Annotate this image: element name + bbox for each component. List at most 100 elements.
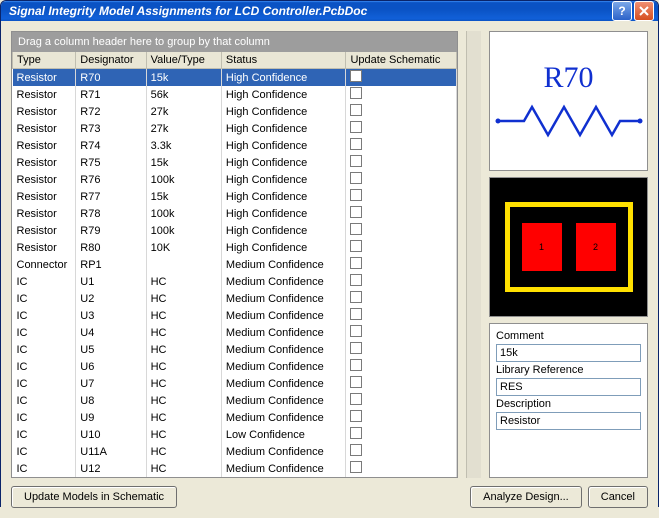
cell[interactable]: High Confidence xyxy=(221,120,346,137)
cell[interactable]: High Confidence xyxy=(221,188,346,205)
cell[interactable]: R73 xyxy=(76,120,146,137)
groupby-bar[interactable]: Drag a column header here to group by th… xyxy=(12,32,457,52)
update-checkbox[interactable] xyxy=(350,342,362,354)
table-row[interactable]: ResistorR79100kHigh Confidence xyxy=(13,222,457,239)
update-checkbox[interactable] xyxy=(350,291,362,303)
cell[interactable]: U7 xyxy=(76,375,146,392)
cell[interactable]: HC xyxy=(146,409,221,426)
cell[interactable]: HC xyxy=(146,392,221,409)
cell[interactable]: U4 xyxy=(76,324,146,341)
cell[interactable]: HC xyxy=(146,375,221,392)
table-row[interactable]: ResistorR8010KHigh Confidence xyxy=(13,239,457,256)
cell[interactable]: U5 xyxy=(76,341,146,358)
cell[interactable]: HC xyxy=(146,273,221,290)
update-cell[interactable] xyxy=(346,273,457,290)
table-row[interactable]: ICU8HCMedium Confidence xyxy=(13,392,457,409)
cell[interactable]: 56k xyxy=(146,86,221,103)
table-row[interactable]: ConnectorRP1Medium Confidence xyxy=(13,256,457,273)
cell[interactable]: R77 xyxy=(76,188,146,205)
cell[interactable]: U8 xyxy=(76,392,146,409)
update-checkbox[interactable] xyxy=(350,70,362,82)
cell[interactable]: High Confidence xyxy=(221,154,346,171)
col-update[interactable]: Update Schematic xyxy=(346,52,457,69)
cell[interactable]: IC xyxy=(13,273,76,290)
table-row[interactable]: ICU4HCMedium Confidence xyxy=(13,324,457,341)
update-cell[interactable] xyxy=(346,307,457,324)
cell[interactable]: Medium Confidence xyxy=(221,409,346,426)
help-button[interactable]: ? xyxy=(612,1,632,21)
table-row[interactable]: ICU10HCLow Confidence xyxy=(13,426,457,443)
cell[interactable]: High Confidence xyxy=(221,86,346,103)
cell[interactable]: Resistor xyxy=(13,69,76,87)
titlebar[interactable]: Signal Integrity Model Assignments for L… xyxy=(1,1,658,21)
cell[interactable]: Resistor xyxy=(13,103,76,120)
cell[interactable]: Medium Confidence xyxy=(221,307,346,324)
update-checkbox[interactable] xyxy=(350,172,362,184)
cell[interactable]: Medium Confidence xyxy=(221,256,346,273)
grid-scroll[interactable]: Type Designator Value/Type Status Update… xyxy=(12,52,457,477)
cell[interactable]: IC xyxy=(13,341,76,358)
cell[interactable]: Medium Confidence xyxy=(221,341,346,358)
cell[interactable]: High Confidence xyxy=(221,205,346,222)
cell[interactable]: 100k xyxy=(146,171,221,188)
cell[interactable]: Resistor xyxy=(13,188,76,205)
cell[interactable]: HC xyxy=(146,443,221,460)
cell[interactable]: High Confidence xyxy=(221,103,346,120)
table-row[interactable]: ResistorR7015kHigh Confidence xyxy=(13,69,457,87)
cell[interactable]: HC xyxy=(146,290,221,307)
cell[interactable]: IC xyxy=(13,392,76,409)
cell[interactable]: Medium Confidence xyxy=(221,324,346,341)
update-cell[interactable] xyxy=(346,426,457,443)
update-cell[interactable] xyxy=(346,239,457,256)
table-row[interactable]: ResistorR76100kHigh Confidence xyxy=(13,171,457,188)
update-cell[interactable] xyxy=(346,222,457,239)
cell[interactable]: Resistor xyxy=(13,137,76,154)
update-cell[interactable] xyxy=(346,443,457,460)
update-checkbox[interactable] xyxy=(350,427,362,439)
analyze-button[interactable]: Analyze Design... xyxy=(470,486,582,508)
cell[interactable]: U11A xyxy=(76,443,146,460)
update-cell[interactable] xyxy=(346,341,457,358)
cell[interactable]: HC xyxy=(146,341,221,358)
cell[interactable]: IC xyxy=(13,324,76,341)
update-cell[interactable] xyxy=(346,375,457,392)
cell[interactable]: 15k xyxy=(146,154,221,171)
update-checkbox[interactable] xyxy=(350,274,362,286)
cell[interactable]: Resistor xyxy=(13,171,76,188)
table-row[interactable]: ICU2HCMedium Confidence xyxy=(13,290,457,307)
cell[interactable]: Medium Confidence xyxy=(221,460,346,477)
cell[interactable]: Connector xyxy=(13,256,76,273)
cell[interactable]: IC xyxy=(13,443,76,460)
table-row[interactable]: ICU11AHCMedium Confidence xyxy=(13,443,457,460)
cell[interactable]: 100k xyxy=(146,222,221,239)
cell[interactable]: U1 xyxy=(76,273,146,290)
update-checkbox[interactable] xyxy=(350,325,362,337)
cell[interactable]: HC xyxy=(146,324,221,341)
cell[interactable]: R80 xyxy=(76,239,146,256)
table-row[interactable]: ResistorR7156kHigh Confidence xyxy=(13,86,457,103)
cell[interactable]: Medium Confidence xyxy=(221,392,346,409)
cell[interactable]: High Confidence xyxy=(221,69,346,87)
update-cell[interactable] xyxy=(346,103,457,120)
col-status[interactable]: Status xyxy=(221,52,346,69)
cell[interactable]: IC xyxy=(13,290,76,307)
cell[interactable]: 27k xyxy=(146,103,221,120)
table-row[interactable]: ResistorR7227kHigh Confidence xyxy=(13,103,457,120)
table-row[interactable]: ICU7HCMedium Confidence xyxy=(13,375,457,392)
cell[interactable]: HC xyxy=(146,358,221,375)
cell[interactable]: IC xyxy=(13,460,76,477)
update-cell[interactable] xyxy=(346,171,457,188)
update-cell[interactable] xyxy=(346,409,457,426)
cell[interactable]: Resistor xyxy=(13,222,76,239)
cell[interactable]: IC xyxy=(13,426,76,443)
update-cell[interactable] xyxy=(346,290,457,307)
cell[interactable] xyxy=(146,256,221,273)
cell[interactable]: HC xyxy=(146,460,221,477)
cell[interactable]: R78 xyxy=(76,205,146,222)
cell[interactable]: Resistor xyxy=(13,120,76,137)
cell[interactable]: Medium Confidence xyxy=(221,273,346,290)
cell[interactable]: U6 xyxy=(76,358,146,375)
update-checkbox[interactable] xyxy=(350,444,362,456)
update-cell[interactable] xyxy=(346,256,457,273)
cell[interactable]: 3.3k xyxy=(146,137,221,154)
